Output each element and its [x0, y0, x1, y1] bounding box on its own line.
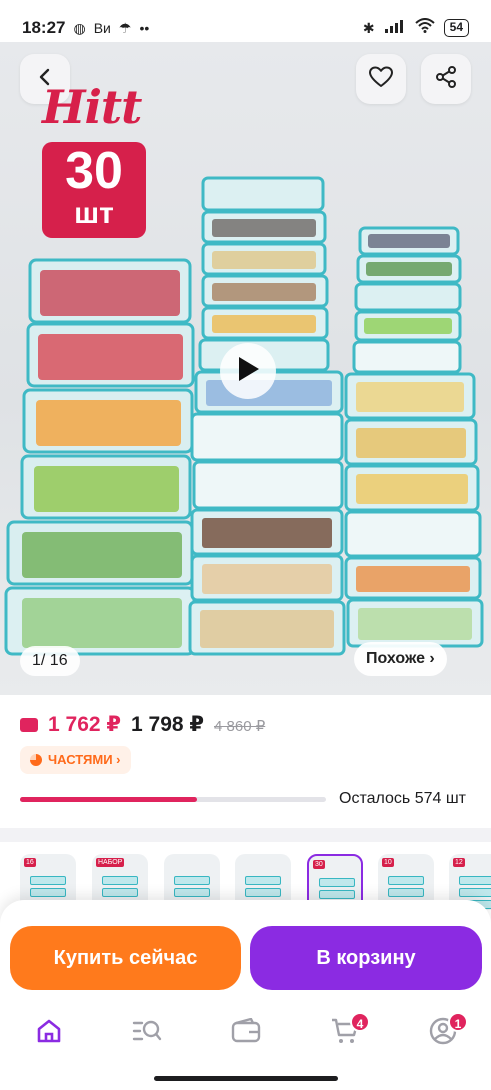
buy-now-button[interactable]: Купить сейчас	[10, 926, 241, 990]
thumbnail-badge: НАБОР	[96, 858, 125, 867]
carrier-label: Ви	[93, 20, 111, 36]
stock-progress-fill	[20, 797, 198, 802]
thumbnail-badge: 12	[453, 858, 465, 867]
battery-indicator: 54	[443, 19, 469, 37]
gallery-position: 1	[32, 652, 41, 669]
catalog-search-icon	[132, 1017, 162, 1050]
thumbnail-container-shape	[319, 878, 355, 887]
play-video-button[interactable]	[220, 343, 276, 399]
thumbnail-container-shape	[30, 876, 66, 885]
share-button[interactable]	[421, 54, 471, 104]
thumbnail-badge: 16	[24, 858, 36, 867]
piece-count-badge: 30 шт	[42, 142, 146, 238]
old-price: 4 860 ₽	[214, 718, 266, 735]
share-icon	[435, 65, 457, 93]
stock-progress-bar	[20, 797, 326, 802]
status-right: ✱ 54	[363, 18, 469, 38]
installments-icon	[30, 754, 42, 766]
home-icon	[35, 1017, 63, 1050]
similar-button[interactable]: Похоже ›	[354, 642, 447, 676]
thumbnail-container-shape	[459, 888, 491, 897]
nav-cart[interactable]: 4	[330, 1012, 370, 1048]
thumbnail-container-shape	[174, 876, 210, 885]
nav-home[interactable]	[34, 1018, 64, 1048]
heart-icon	[369, 66, 393, 93]
installments-label: ЧАСТЯМИ ›	[48, 752, 121, 767]
add-to-cart-button[interactable]: В корзину	[250, 926, 482, 990]
middle-container-stack	[188, 176, 346, 656]
bottom-navigation: 4 1	[0, 1004, 491, 1064]
brand-logo: Hitt	[42, 80, 142, 134]
thumbnail-container-shape	[245, 876, 281, 885]
home-indicator	[154, 1076, 338, 1081]
thumbnail-container-shape	[245, 888, 281, 897]
notification-icon: ◍	[73, 19, 86, 36]
nav-wallet[interactable]	[231, 1017, 261, 1049]
price-row: 1 762 ₽ 1 798 ₽ 4 860 ₽	[20, 712, 265, 737]
piece-count: 30	[65, 142, 123, 200]
thumbnail-container-shape	[459, 876, 491, 885]
thumbnail-container-shape	[102, 888, 138, 897]
cart-badge: 4	[350, 1012, 370, 1032]
wallet-icon	[231, 1017, 261, 1049]
umbrella-icon: ☂	[118, 19, 132, 36]
purchase-action-bar: Купить сейчас В корзину	[0, 900, 491, 1004]
thumbnail-badge: 30	[313, 860, 325, 869]
thumbnail-container-shape	[319, 890, 355, 899]
nav-profile[interactable]: 1	[428, 1012, 468, 1048]
wallet-card-icon	[20, 718, 38, 732]
more-dots-icon: ••	[139, 20, 150, 36]
section-divider	[0, 828, 491, 842]
stock-remaining: Осталось 574 шт	[339, 790, 466, 807]
gallery-total: / 16	[40, 652, 68, 669]
thumbnail-badge: 10	[382, 858, 394, 867]
regular-price: 1 798 ₽	[131, 713, 204, 736]
status-left: 18:27 ◍ Ви ☂ ••	[22, 18, 149, 38]
thumbnail-container-shape	[388, 888, 424, 897]
status-time: 18:27	[22, 18, 66, 37]
profile-badge: 1	[448, 1012, 468, 1032]
bluetooth-icon: ✱	[362, 19, 375, 36]
gallery-counter: 1/ 16	[20, 646, 80, 676]
thumbnail-container-shape	[30, 888, 66, 897]
nav-catalog[interactable]	[132, 1018, 162, 1048]
signal-icon	[384, 19, 406, 38]
piece-unit: шт	[74, 197, 114, 230]
wifi-icon	[414, 18, 435, 38]
wallet-price: 1 762 ₽	[48, 713, 121, 736]
thumbnail-container-shape	[174, 888, 210, 897]
product-gallery[interactable]: Hitt 30 шт 1/ 16 Похоже ›	[0, 42, 491, 695]
thumbnail-container-shape	[388, 876, 424, 885]
right-container-stack	[344, 226, 484, 648]
left-container-stack	[4, 258, 196, 656]
play-icon	[235, 355, 261, 388]
thumbnail-container-shape	[102, 876, 138, 885]
favorite-button[interactable]	[356, 54, 406, 104]
installments-button[interactable]: ЧАСТЯМИ ›	[20, 746, 131, 774]
thumbnail-strip: 16 НАБОР 30 10 12	[0, 848, 491, 910]
